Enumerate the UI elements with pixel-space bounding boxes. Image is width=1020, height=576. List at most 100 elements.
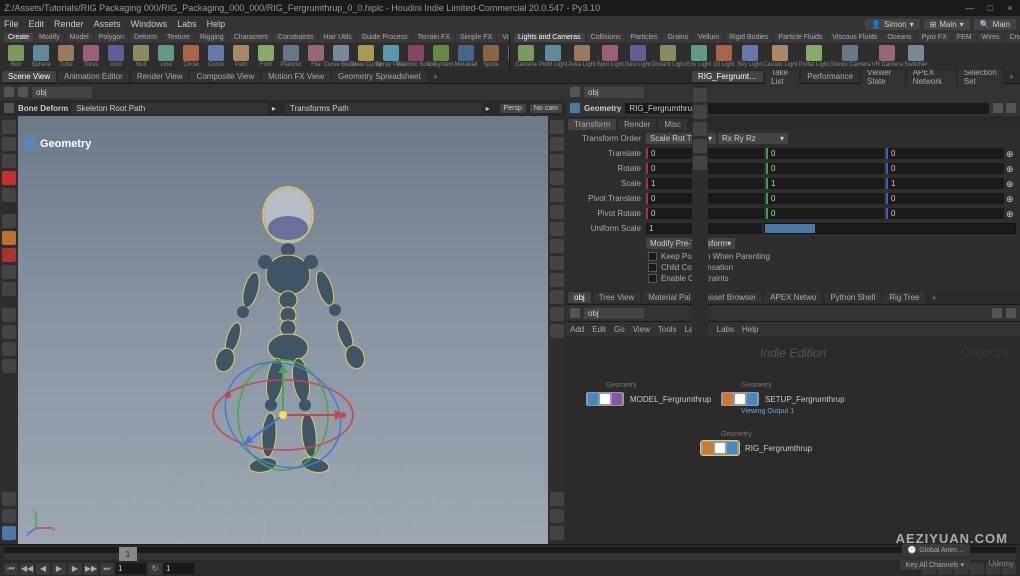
menu-assets[interactable]: Assets	[94, 19, 121, 29]
checkbox-icon[interactable]	[648, 252, 657, 261]
viewport-canvas[interactable]: x y z	[18, 116, 548, 544]
key-channels-dropdown[interactable]: Key All Channels ▾	[900, 560, 970, 570]
shelf-tab-hair-utils[interactable]: Hair Utils	[319, 33, 355, 42]
net-home-icon[interactable]	[570, 308, 580, 318]
tool-circle[interactable]: Circle	[179, 45, 203, 68]
disp-opt-2[interactable]	[550, 137, 564, 151]
net-menu-add[interactable]: Add	[570, 325, 584, 334]
right-home-icon[interactable]	[570, 87, 580, 97]
tool-path[interactable]: Path	[229, 45, 253, 68]
shelf-tab-viscous-fluids[interactable]: Viscous Fluids	[828, 33, 881, 42]
tool-vr-camera[interactable]: VR Camera	[872, 45, 903, 68]
pivot-ty[interactable]	[766, 193, 884, 204]
help-tool[interactable]	[2, 526, 16, 540]
prev-key-button[interactable]: ◀◀	[20, 563, 34, 575]
disp-tool[interactable]	[2, 509, 16, 523]
current-frame-field[interactable]	[116, 563, 146, 574]
shelf-tab-polygon[interactable]: Polygon	[95, 33, 128, 42]
tab-render[interactable]: Render	[618, 119, 656, 130]
shelf-tab-lights-and-cameras[interactable]: Lights and Cameras	[514, 33, 585, 42]
net-menu-go[interactable]: Go	[614, 325, 625, 334]
help-icon[interactable]	[1006, 103, 1016, 113]
tool-platonic[interactable]: Platonic	[279, 45, 303, 68]
checkbox-icon[interactable]	[648, 274, 657, 283]
rotate-tool[interactable]	[2, 171, 16, 185]
disp-opt-10[interactable]	[550, 273, 564, 287]
scale-z[interactable]	[886, 178, 1004, 189]
network-canvas[interactable]: Indie Edition Objects Geometry MODEL_Fer…	[566, 336, 1020, 544]
scale-tool[interactable]	[2, 188, 16, 202]
pane-tab-apex-netwo[interactable]: APEX Netwo	[764, 292, 822, 303]
shelf-tab-grains[interactable]: Grains	[663, 33, 692, 42]
view-tool[interactable]	[2, 308, 16, 322]
param-name[interactable]: RIG_Fergrumthrup	[625, 103, 989, 114]
pane-tab-render-view[interactable]: Render View	[131, 71, 189, 82]
shelf-tab-guide-process[interactable]: Guide Process	[358, 33, 412, 42]
pane-tab-animation-editor[interactable]: Animation Editor	[58, 71, 129, 82]
snap-curve-tool[interactable]	[2, 265, 16, 279]
shelf-tab-collisions[interactable]: Collisions	[587, 33, 625, 42]
nocam-button[interactable]: No cam	[530, 104, 562, 113]
play-back-button[interactable]: ▶	[52, 563, 66, 575]
shelf-tab-vellum[interactable]: Vellum	[694, 33, 723, 42]
snap-tool[interactable]	[2, 214, 16, 228]
shelf-tab-volume[interactable]: Volume	[498, 33, 509, 42]
node-setup[interactable]: Geometry SETUP_Fergrumthrup Viewing Outp…	[721, 392, 845, 406]
next-frame-button[interactable]: ▶	[68, 563, 82, 575]
shelf-tab-characters[interactable]: Characters	[230, 33, 272, 42]
anchor-icon[interactable]	[4, 103, 14, 113]
net-plus-icon[interactable]	[992, 308, 1002, 318]
shelf-tab-wires[interactable]: Wires	[978, 33, 1004, 42]
tool-spot-light[interactable]: Spot Light	[597, 45, 624, 68]
tool-caustic-light[interactable]: Caustic Light	[763, 45, 798, 68]
shelf-tab-particles[interactable]: Particles	[627, 33, 662, 42]
tool-camera[interactable]: Camera	[514, 45, 538, 68]
check-child-comp[interactable]: Child Compensation	[570, 263, 1016, 272]
disp-opt-12[interactable]	[550, 307, 564, 321]
mid-a[interactable]	[693, 105, 707, 119]
disp-opt-8[interactable]	[550, 239, 564, 253]
net-menu-tools[interactable]: Tools	[658, 325, 677, 334]
tool-line[interactable]: Line	[154, 45, 178, 68]
shelf-tab-modify[interactable]: Modify	[35, 33, 64, 42]
arrow-icon[interactable]: ▸	[272, 104, 282, 113]
scale-handle-icon[interactable]: ⊕	[1006, 179, 1016, 189]
menu-windows[interactable]: Windows	[131, 19, 168, 29]
skeleton-path-field[interactable]: Skeleton Root Path	[72, 103, 268, 114]
tool-geo-light[interactable]: Geo Light	[625, 45, 651, 68]
shelf-tab-simple-fx[interactable]: Simple FX	[456, 33, 496, 42]
check-constraints[interactable]: Enable Constraints	[570, 274, 1016, 283]
disp-opt-3[interactable]	[550, 154, 564, 168]
loop-button[interactable]: ↻	[148, 563, 162, 575]
tool-area-light[interactable]: Area Light	[568, 45, 595, 68]
pivot-r-handle-icon[interactable]: ⊕	[1006, 209, 1016, 219]
transform-gizmo[interactable]	[203, 350, 363, 480]
shelf-tab-fem[interactable]: FEM	[953, 33, 976, 42]
pivot-rz[interactable]	[886, 208, 1004, 219]
pane-tab-composite-view[interactable]: Composite View	[190, 71, 260, 82]
disp-opt-9[interactable]	[550, 256, 564, 270]
net-path-obj[interactable]: obj	[584, 308, 644, 319]
net-menu-edit[interactable]: Edit	[592, 325, 606, 334]
pivot-ry[interactable]	[766, 208, 884, 219]
pane-tab-performance[interactable]: Performance	[801, 71, 859, 82]
move-tool[interactable]	[2, 154, 16, 168]
tool-gi-light[interactable]: GI Light	[712, 45, 736, 68]
start-frame-field[interactable]	[164, 563, 194, 574]
shelf-tab-rigid-bodies[interactable]: Rigid Bodies	[725, 33, 772, 42]
add-tab-button[interactable]: +	[429, 72, 442, 82]
tool-font[interactable]: Font	[254, 45, 278, 68]
tool-curve[interactable]: Curve	[204, 45, 228, 68]
maximize-button[interactable]: □	[984, 2, 996, 14]
persp-button[interactable]: Persp	[500, 104, 526, 113]
snap-point-tool[interactable]	[2, 248, 16, 262]
net-menu-view[interactable]: View	[633, 325, 650, 334]
checkbox-icon[interactable]	[648, 263, 657, 272]
tool-switcher[interactable]: Switcher	[904, 45, 928, 68]
region-tool[interactable]	[2, 325, 16, 339]
snap-multi-tool[interactable]	[2, 282, 16, 296]
home-icon[interactable]	[4, 87, 14, 97]
dropdown-rot-order[interactable]: Rx Ry Rz▾	[718, 133, 788, 144]
disp-opt-5[interactable]	[550, 188, 564, 202]
net-menu-help[interactable]: Help	[742, 325, 758, 334]
